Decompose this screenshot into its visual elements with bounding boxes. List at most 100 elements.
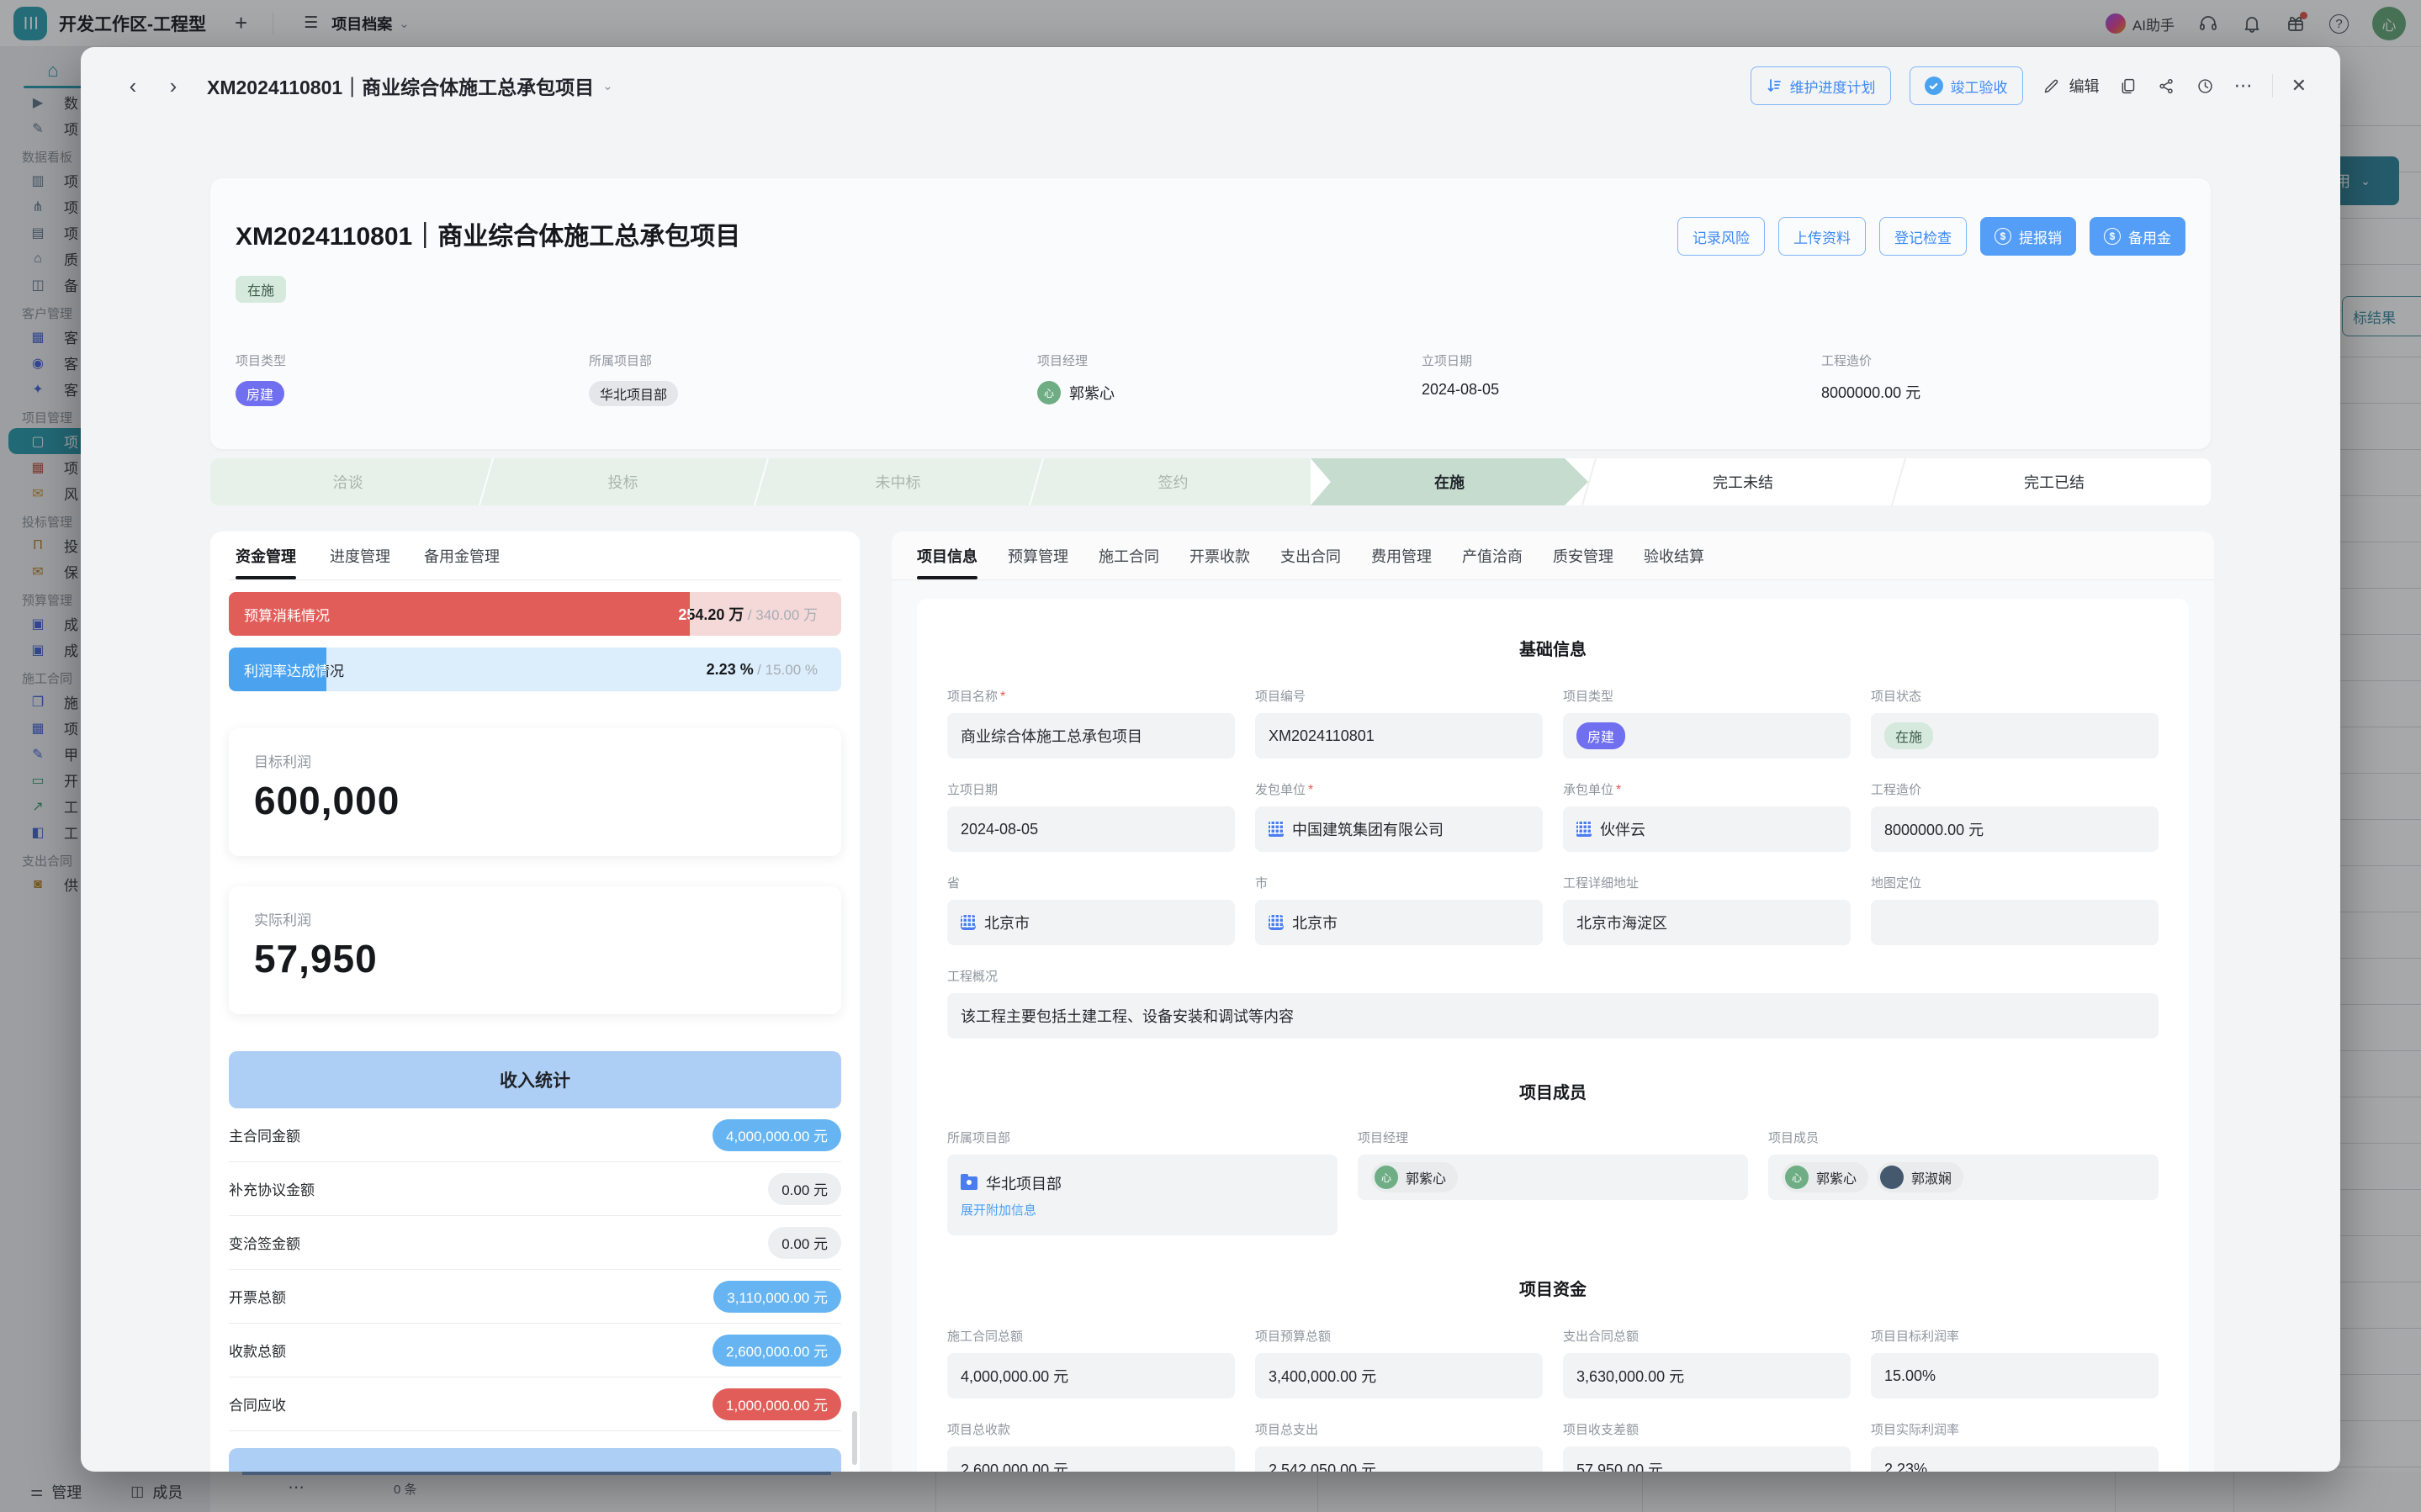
field-start-date: 立项日期 2024-08-05 [947, 780, 1235, 852]
dept-badge: 华北项目部 [589, 381, 678, 406]
field-total-paid: 项目总支出 2,542,050.00 元 [1255, 1420, 1543, 1472]
tab-construction-contract[interactable]: 施工合同 [1099, 531, 1159, 579]
dollar-icon: $ [1995, 228, 2011, 245]
register-inspection-button[interactable]: 登记检查 [1879, 217, 1967, 256]
total-received-input[interactable]: 2,600,000.00 元 [947, 1446, 1235, 1472]
tab-expense-contract[interactable]: 支出合同 [1280, 531, 1341, 579]
expense-contract-total-input[interactable]: 3,630,000.00 元 [1563, 1353, 1851, 1398]
tab-value-negotiation[interactable]: 产值洽商 [1462, 531, 1523, 579]
maintain-schedule-button[interactable]: 维护进度计划 [1751, 66, 1891, 105]
member-pill: 心 郭紫心 [1782, 1162, 1868, 1192]
field-budget-total: 项目预算总额 3,400,000.00 元 [1255, 1327, 1543, 1398]
tab-fee-management[interactable]: 费用管理 [1371, 531, 1432, 579]
upload-docs-button[interactable]: 上传资料 [1778, 217, 1866, 256]
status-badge: 在施 [236, 276, 286, 303]
prev-record-button[interactable]: ‹ [118, 71, 148, 101]
client-company-input[interactable]: 中国建筑集团有限公司 [1255, 806, 1543, 852]
building-icon [1269, 822, 1284, 837]
history-clock-icon[interactable] [2196, 76, 2216, 96]
start-date-input[interactable]: 2024-08-05 [947, 806, 1235, 852]
budget-total-input[interactable]: 3,400,000.00 元 [1255, 1353, 1543, 1398]
stage-lost-bid[interactable]: 未中标 [760, 458, 1036, 505]
check-badge-icon [1925, 77, 1943, 95]
balance-input[interactable]: 57,950.00 元 [1563, 1446, 1851, 1472]
project-code-input[interactable]: XM2024110801 [1255, 713, 1543, 759]
expand-extra-info-link[interactable]: 展开附加信息 [961, 1201, 1036, 1219]
project-cost-input[interactable]: 8000000.00 元 [1871, 806, 2159, 852]
scrollbar-thumb[interactable] [852, 1411, 857, 1465]
field-project-overview: 工程概况 该工程主要包括土建工程、设备安装和调试等内容 [947, 967, 2159, 1039]
project-status-input[interactable]: 在施 [1871, 713, 2159, 759]
stage-signed[interactable]: 签约 [1036, 458, 1311, 505]
contract-total-input[interactable]: 4,000,000.00 元 [947, 1353, 1235, 1398]
completion-acceptance-button[interactable]: 竣工验收 [1910, 66, 2023, 105]
edit-button[interactable]: 编辑 [2042, 75, 2100, 97]
field-actual-profit-rate: 项目实际利润率 2.23% [1871, 1420, 2159, 1472]
field-members: 项目成员 心 郭紫心 郭淑娴 [1768, 1129, 2159, 1235]
target-profit-rate-input[interactable]: 15.00% [1871, 1353, 2159, 1398]
field-total-received: 项目总收款 2,600,000.00 元 [947, 1420, 1235, 1472]
finance-panel: 资金管理 进度管理 备用金管理 预算消耗情况 254.20 万 / 340.00… [210, 531, 860, 1472]
type-badge: 房建 [236, 381, 284, 406]
manager-input[interactable]: 心 郭紫心 [1358, 1155, 1748, 1200]
tab-acceptance-settlement[interactable]: 验收结算 [1644, 531, 1704, 579]
petty-cash-button[interactable]: $ 备用金 [2090, 217, 2185, 256]
field-client-company: 发包单位* 中国建筑集团有限公司 [1255, 780, 1543, 852]
divider [2272, 74, 2273, 98]
project-title: XM2024110801｜商业综合体施工总承包项目 [236, 215, 740, 252]
avatar: 心 [1375, 1166, 1398, 1189]
field-dept: 所属项目部 华北项目部 展开附加信息 [947, 1129, 1338, 1235]
members-input[interactable]: 心 郭紫心 郭淑娴 [1768, 1155, 2159, 1200]
actual-profit-rate-input[interactable]: 2.23% [1871, 1446, 2159, 1472]
profit-rate-bar: 利润率达成情况 2.23 % / 15.00 % 利润率达成情况 2.23 % … [229, 648, 841, 691]
tab-fund-management[interactable]: 资金管理 [236, 531, 296, 579]
city-input[interactable]: 北京市 [1255, 900, 1543, 945]
modal-header: ‹ › XM2024110801｜商业综合体施工总承包项目 ⌄ 维护进度计划 竣… [81, 47, 2340, 124]
screen: ☰ 开发工作区-工程型 + ☰ 项目档案 ⌄ AI助手 [0, 0, 2421, 1512]
contractor-input[interactable]: 伙伴云 [1563, 806, 1851, 852]
sort-icon [1766, 77, 1783, 94]
total-paid-input[interactable]: 2,542,050.00 元 [1255, 1446, 1543, 1472]
stage-done-unsettled[interactable]: 完工未结 [1588, 458, 1898, 505]
stage-in-construction[interactable]: 在施 [1311, 458, 1588, 505]
amount-pill: 3,110,000.00 元 [713, 1281, 841, 1313]
avatar [1880, 1166, 1904, 1189]
target-profit-card: 目标利润 600,000 [229, 728, 841, 856]
tab-budget[interactable]: 预算管理 [1008, 531, 1068, 579]
section-members: 项目成员 [947, 1079, 2159, 1103]
tab-quality-safety[interactable]: 质安管理 [1553, 531, 1613, 579]
stage-bidding[interactable]: 投标 [485, 458, 760, 505]
submit-expense-button[interactable]: $ 提报销 [1980, 217, 2076, 256]
more-icon[interactable]: ⋯ [2234, 75, 2254, 97]
income-row: 主合同金额 4,000,000.00 元 [229, 1108, 841, 1162]
dept-input[interactable]: 华北项目部 展开附加信息 [947, 1155, 1338, 1235]
income-row: 补充协议金额 0.00 元 [229, 1162, 841, 1216]
project-type-input[interactable]: 房建 [1563, 713, 1851, 759]
province-input[interactable]: 北京市 [947, 900, 1235, 945]
field-project-status: 项目状态 在施 [1871, 687, 2159, 759]
title-chevron-icon[interactable]: ⌄ [602, 78, 613, 93]
share-icon[interactable] [2157, 76, 2177, 96]
actual-profit-card: 实际利润 57,950 [229, 886, 841, 1014]
field-city: 市 北京市 [1255, 874, 1543, 945]
map-location-input[interactable] [1871, 900, 2159, 945]
stage-negotiation[interactable]: 洽谈 [210, 458, 485, 505]
tab-project-info[interactable]: 项目信息 [917, 531, 977, 579]
address-input[interactable]: 北京市海淀区 [1563, 900, 1851, 945]
field-project-code: 项目编号 XM2024110801 [1255, 687, 1543, 759]
project-name-input[interactable]: 商业综合体施工总承包项目 [947, 713, 1235, 759]
stage-done-settled[interactable]: 完工已结 [1898, 458, 2211, 505]
field-contract-total: 施工合同总额 4,000,000.00 元 [947, 1327, 1235, 1398]
record-risk-button[interactable]: 记录风险 [1677, 217, 1765, 256]
close-icon[interactable]: ✕ [2291, 75, 2307, 97]
member-pill: 郭淑娴 [1877, 1162, 1963, 1192]
project-overview-input[interactable]: 该工程主要包括土建工程、设备安装和调试等内容 [947, 993, 2159, 1039]
tab-invoicing[interactable]: 开票收款 [1189, 531, 1250, 579]
tab-petty-cash-management[interactable]: 备用金管理 [424, 531, 500, 579]
section-funds: 项目资金 [947, 1276, 2159, 1300]
copy-icon[interactable] [2118, 76, 2138, 96]
tab-progress-management[interactable]: 进度管理 [330, 531, 390, 579]
income-row: 合同应收 1,000,000.00 元 [229, 1377, 841, 1431]
grid-icon [961, 915, 976, 930]
next-record-button[interactable]: › [158, 71, 188, 101]
